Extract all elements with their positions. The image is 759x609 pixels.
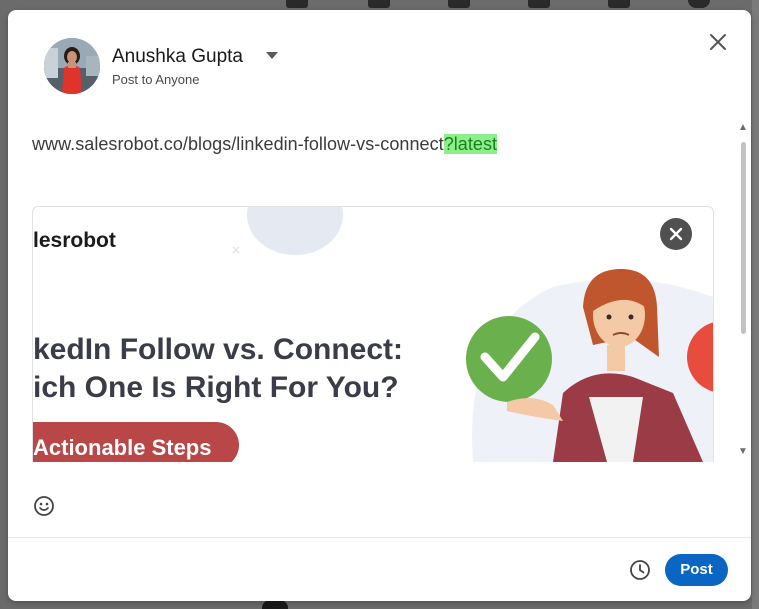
preview-brand-name: lesrobot xyxy=(33,229,116,252)
share-post-modal: Anushka Gupta Post to Anyone www.salesro… xyxy=(8,10,751,601)
footer-divider xyxy=(8,537,751,538)
author-name: Anushka Gupta xyxy=(112,46,243,67)
smiley-icon xyxy=(34,496,54,516)
background-nav-icon xyxy=(368,0,390,8)
editor-scrollbar[interactable]: ▲ ▼ xyxy=(737,122,749,462)
preview-pill-text: Actionable Steps xyxy=(33,435,212,460)
preview-headline-line1: kedIn Follow vs. Connect: xyxy=(33,333,404,366)
author-audience-selector[interactable]: Anushka Gupta Post to Anyone xyxy=(112,44,302,92)
post-text-editor[interactable]: www.salesrobot.co/blogs/linkedin-follow-… xyxy=(32,134,722,174)
profile-photo xyxy=(44,38,100,94)
background-nav-icon xyxy=(528,0,550,8)
schedule-post-button[interactable] xyxy=(628,558,652,582)
background-text-fragment xyxy=(262,600,288,609)
close-icon xyxy=(669,227,683,241)
emoji-button[interactable] xyxy=(32,494,56,518)
author-avatar xyxy=(44,38,100,94)
background-nav-icon xyxy=(286,0,308,8)
remove-preview-button[interactable] xyxy=(660,218,692,250)
scroll-down-arrow-icon[interactable]: ▼ xyxy=(737,446,749,458)
scroll-up-arrow-icon[interactable]: ▲ xyxy=(737,122,749,134)
modal-header: Anushka Gupta Post to Anyone xyxy=(8,10,751,110)
caret-down-icon xyxy=(266,52,278,59)
highlighted-text: ?latest xyxy=(443,134,498,154)
preview-headline-line2: ich One Is Right For You? xyxy=(33,371,399,404)
post-button[interactable]: Post xyxy=(665,554,728,586)
scrollbar-thumb[interactable] xyxy=(741,142,746,334)
background-nav-icon xyxy=(448,0,470,8)
background-nav-icon xyxy=(608,0,630,8)
link-preview-card: lesrobot kedIn Follow vs. Connect: ich O… xyxy=(32,206,714,462)
preview-headline: kedIn Follow vs. Connect: ich One Is Rig… xyxy=(33,331,403,407)
background-sidebar xyxy=(752,0,759,609)
clock-icon xyxy=(630,560,650,580)
post-link-text: www.salesrobot.co/blogs/linkedin-follow-… xyxy=(32,134,444,154)
close-icon xyxy=(710,34,726,50)
audience-label: Post to Anyone xyxy=(112,72,200,87)
close-modal-button[interactable] xyxy=(704,28,732,56)
post-text: www.salesrobot.co/blogs/linkedin-follow-… xyxy=(32,134,498,154)
